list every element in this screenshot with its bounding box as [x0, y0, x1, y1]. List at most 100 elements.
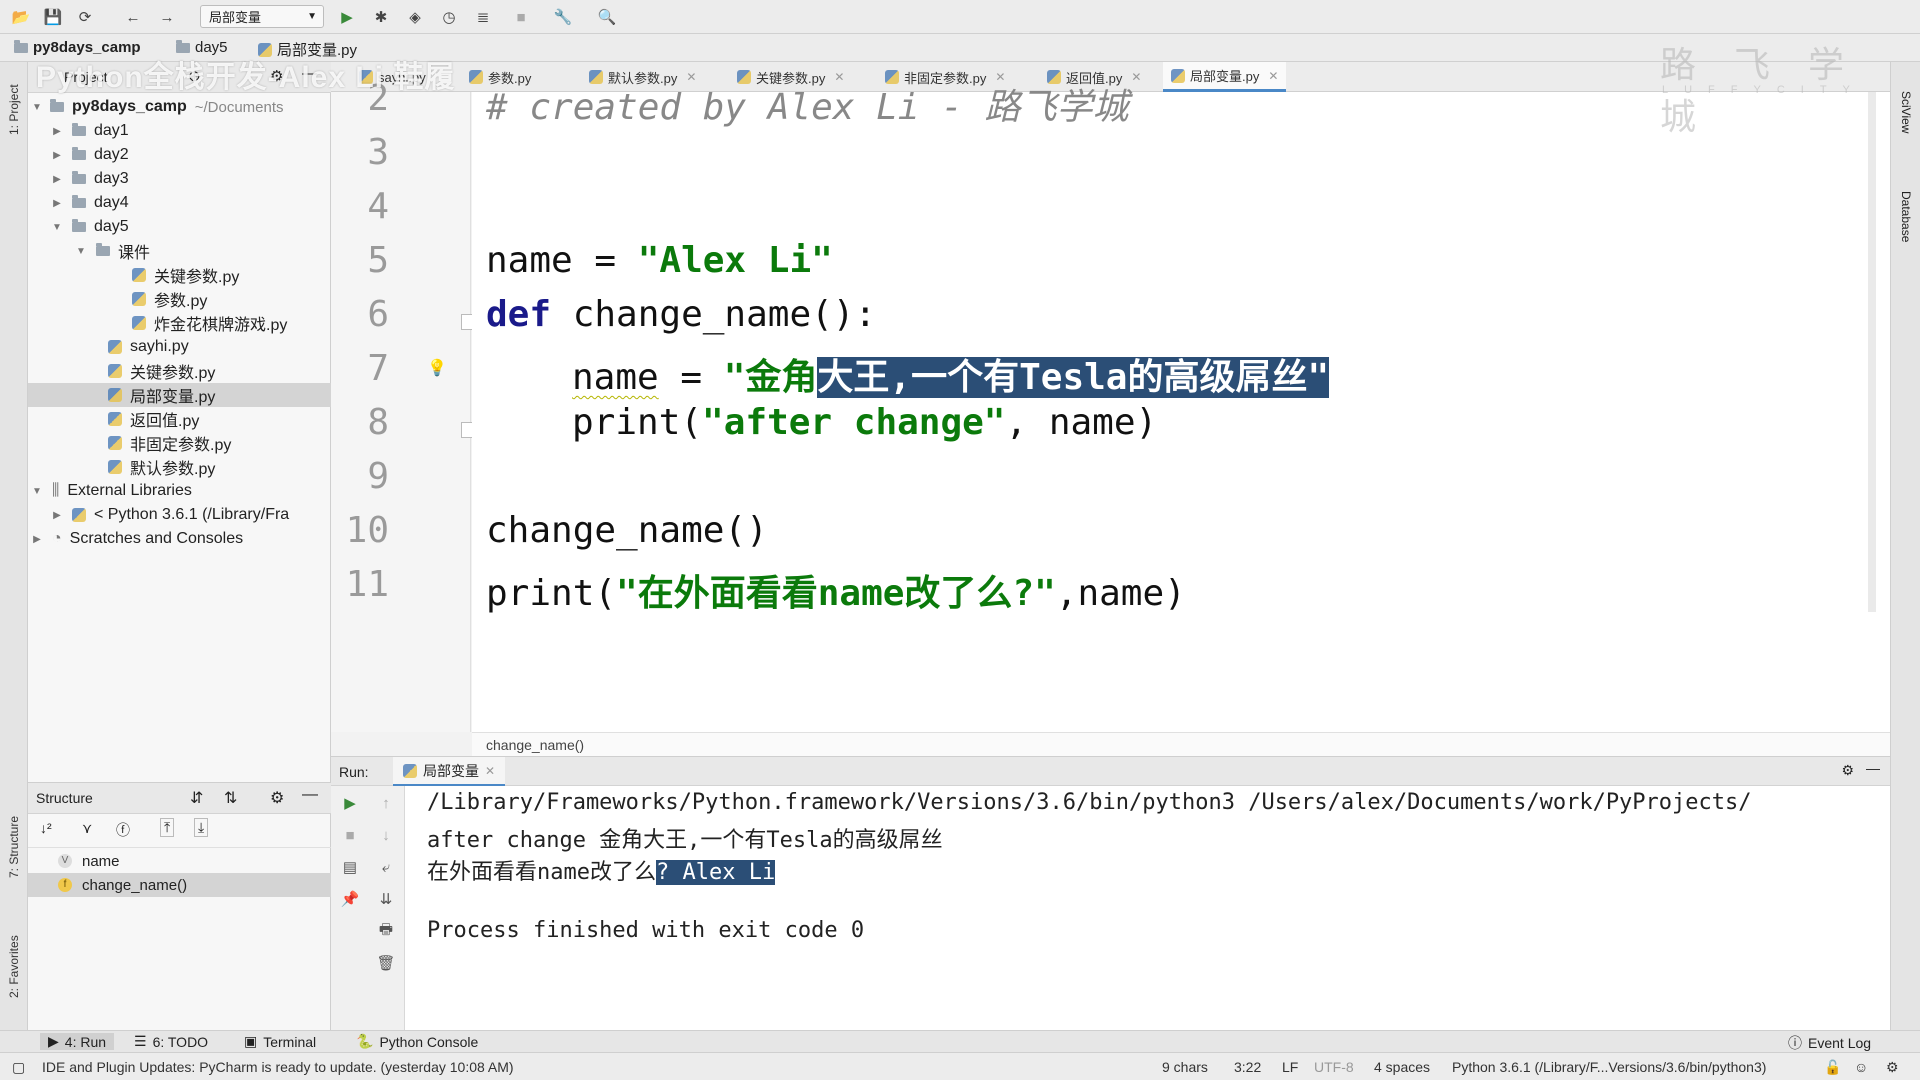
inspector-icon[interactable]: ☺ — [1854, 1059, 1868, 1075]
folder-icon — [72, 171, 86, 184]
run-tab[interactable]: 局部变量 ✕ — [393, 757, 506, 787]
debug-icon[interactable]: ✱ — [370, 6, 392, 28]
back-icon[interactable]: ← — [122, 6, 144, 28]
forward-icon[interactable]: → — [156, 6, 178, 28]
tree-item-day5[interactable]: ▼ day5 — [28, 215, 353, 239]
concurrency-icon[interactable]: ≣ — [472, 6, 494, 28]
structure-item-change-name[interactable]: f change_name() — [28, 873, 361, 897]
run-configuration-select[interactable]: 局部变量 ▼ — [200, 5, 324, 28]
print-icon[interactable]: 🖶 — [373, 918, 399, 944]
trash-icon[interactable]: 🗑 — [373, 950, 399, 976]
tree-item-kejian[interactable]: ▼ 课件 — [28, 239, 377, 263]
minimize-icon[interactable]: — — [1866, 760, 1880, 776]
bottom-tab-label: Event Log — [1808, 1035, 1872, 1051]
collapse-all-icon[interactable]: ⇅ — [224, 788, 237, 808]
sort-icon[interactable]: ↓² — [40, 820, 52, 836]
chevron-down-icon: ▼ — [52, 221, 62, 233]
coverage-icon[interactable]: ◈ — [404, 6, 426, 28]
show-fields-icon[interactable]: ⓕ — [116, 820, 130, 840]
tab-sciview[interactable]: SciView — [1895, 72, 1917, 152]
code-token: print( — [572, 402, 703, 443]
open-folder-icon[interactable]: 📂 — [10, 6, 32, 28]
tab-jububianliang[interactable]: 局部变量.py ✕ — [1163, 62, 1287, 92]
tree-item-day1[interactable]: ▶ day1 — [28, 119, 353, 143]
settings-wrench-icon[interactable]: 🔧 — [552, 6, 574, 28]
tree-item-day2[interactable]: ▶ day2 — [28, 143, 353, 167]
search-icon[interactable]: 🔍 — [596, 6, 618, 28]
event-log-icon: ⓘ — [1788, 1035, 1802, 1051]
pin-icon[interactable]: 📌 — [337, 886, 363, 912]
profile-icon[interactable]: ◷ — [438, 6, 460, 28]
run-console-output[interactable]: /Library/Frameworks/Python.framework/Ver… — [405, 786, 1890, 1030]
status-encoding[interactable]: UTF-8 — [1314, 1059, 1354, 1075]
tree-item-root[interactable]: ▼ py8days_camp ~/Documents — [28, 95, 331, 119]
tab-favorites-tool[interactable]: 2: Favorites — [2, 922, 26, 1012]
sync-icon[interactable]: ⟳ — [74, 6, 96, 28]
status-line-separator[interactable]: LF — [1282, 1059, 1298, 1075]
structure-toolbar: ↓² ⋎ ⓕ ⤒ ⤓ — [28, 813, 331, 848]
expand-all-icon[interactable]: ⇵ — [190, 788, 203, 808]
gear-icon[interactable]: ⚙ — [270, 788, 284, 808]
code-editor[interactable]: # created by Alex Li - 路飞学城 name = "Alex… — [472, 87, 1890, 732]
code-line-10: change_name() — [486, 510, 768, 551]
tab-python-console-tool[interactable]: 🐍 Python Console — [356, 1033, 478, 1050]
status-message[interactable]: IDE and Plugin Updates: PyCharm is ready… — [42, 1059, 514, 1075]
tab-event-log-tool[interactable]: ⓘ Event Log — [1788, 1033, 1871, 1053]
rerun-icon[interactable]: ▶ — [337, 790, 363, 816]
run-icon[interactable]: ▶ — [336, 6, 358, 28]
status-interpreter[interactable]: Python 3.6.1 (/Library/F...Versions/3.6/… — [1452, 1059, 1766, 1075]
down-arrow-icon[interactable]: ↓ — [373, 822, 399, 848]
structure-item-name[interactable]: Vname — [28, 849, 361, 873]
tree-item-day4[interactable]: ▶ day4 — [28, 191, 353, 215]
stop-icon[interactable]: ■ — [337, 822, 363, 848]
run-panel-header: Run: 局部变量 ✕ ⚙ — — [331, 756, 1890, 787]
editor-breadcrumb-function: change_name() — [486, 737, 585, 753]
close-icon[interactable]: ✕ — [1268, 69, 1278, 83]
status-cursor-position[interactable]: 3:22 — [1234, 1059, 1261, 1075]
tree-item-day3[interactable]: ▶ day3 — [28, 167, 353, 191]
project-tree: ▼ py8days_camp ~/Documents ▶ day1 ▶ day2 ▶… — [28, 95, 411, 595]
scratches-icon: ◔ — [52, 530, 62, 547]
close-icon[interactable]: ✕ — [485, 764, 495, 778]
editor-scrollbar[interactable] — [1868, 92, 1876, 612]
code-token: = — [572, 240, 638, 281]
tab-database[interactable]: Database — [1895, 172, 1917, 262]
close-icon[interactable]: ✕ — [1131, 70, 1141, 84]
tab-terminal-tool[interactable]: ▣ Terminal — [244, 1033, 316, 1050]
python-file-icon — [108, 460, 122, 474]
minimize-icon[interactable]: — — [302, 786, 318, 804]
filter-icon[interactable]: ⋎ — [82, 820, 92, 837]
autoscroll-to-source-icon[interactable]: ⤒ — [160, 818, 175, 837]
tab-project-tool[interactable]: 1: Project — [2, 70, 26, 150]
python-file-icon — [108, 388, 122, 402]
up-arrow-icon[interactable]: ↑ — [373, 790, 399, 816]
folder-icon — [50, 99, 64, 112]
tab-run-tool[interactable]: ▶ 4: Run — [40, 1033, 115, 1050]
save-icon[interactable]: 💾 — [42, 6, 64, 28]
tab-todo-tool[interactable]: ☰ 6: TODO — [134, 1033, 208, 1050]
stop-icon[interactable]: ■ — [510, 6, 532, 28]
gear-icon[interactable]: ⚙ — [1841, 762, 1854, 779]
structure-item-label: change_name() — [82, 876, 188, 894]
tree-item-label: day5 — [94, 218, 129, 235]
lightbulb-icon[interactable]: 💡 — [427, 358, 447, 378]
hector-icon[interactable]: ⚙ — [1886, 1059, 1899, 1076]
tree-item-external-libraries[interactable]: ▼ ⫼ External Libraries — [28, 479, 333, 503]
code-token: = — [658, 357, 724, 398]
lock-icon[interactable]: 🔓 — [1824, 1059, 1841, 1076]
function-icon: f — [58, 878, 72, 892]
code-token: , name) — [1005, 402, 1158, 443]
tree-item-label: py8days_camp — [72, 98, 187, 115]
tree-item-python-sdk[interactable]: ▶ < Python 3.6.1 (/Library/Fra — [28, 503, 353, 527]
code-keyword: def — [486, 294, 552, 335]
editor-breadcrumb[interactable]: change_name() — [472, 732, 1890, 756]
status-indent[interactable]: 4 spaces — [1374, 1059, 1430, 1075]
status-toggle-icon[interactable]: ▢ — [12, 1059, 25, 1076]
scroll-to-end-icon[interactable]: ⇊ — [373, 886, 399, 912]
tree-item-label: Scratches and Consoles — [69, 530, 244, 547]
layout-icon[interactable]: ▤ — [337, 854, 363, 880]
soft-wrap-icon[interactable]: ⤶ — [373, 854, 399, 880]
autoscroll-from-source-icon[interactable]: ⤓ — [194, 818, 209, 837]
tab-structure-tool[interactable]: 7: Structure — [2, 802, 26, 892]
tree-item-scratches[interactable]: ▶ ◔ Scratches and Consoles — [28, 527, 333, 551]
